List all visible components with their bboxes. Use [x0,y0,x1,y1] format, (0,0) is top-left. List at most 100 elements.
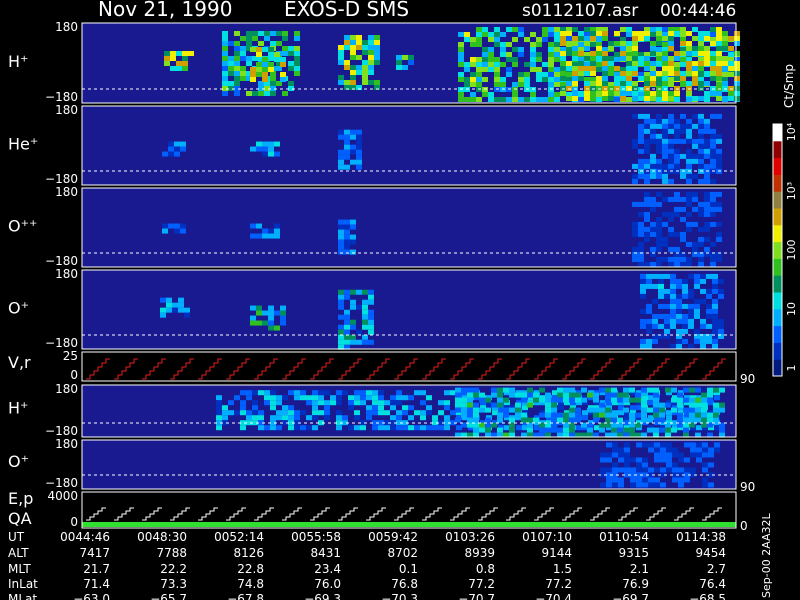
heat-cell [624,457,630,463]
heat-cell [374,40,380,45]
heat-cell [338,80,344,85]
heat-cell [710,148,716,154]
panel-label: H⁺ [8,52,28,71]
heat-cell [734,71,740,76]
heat-cell [608,66,614,71]
heat-cell [494,37,500,42]
heat-cell [256,52,262,57]
heat-cell [656,133,662,139]
panel-label: O⁺ [8,298,29,317]
heat-cell [630,405,636,411]
heat-cell [662,36,668,41]
heat-cell [256,233,262,239]
heat-cell [246,91,252,96]
heat-cell [692,138,698,144]
heat-cell [638,133,644,139]
heat-cell [368,55,374,60]
heat-cell [629,397,635,403]
heat-cell [184,307,190,313]
heat-cell [470,42,476,47]
heat-cell [338,324,344,330]
heat-cell [710,191,716,197]
heat-cell [250,233,256,239]
heat-cell [722,66,728,71]
heat-cell [473,392,479,398]
heat-cell [692,221,698,227]
heat-cell [650,158,656,164]
heat-cell [280,315,286,321]
heat-cell [268,47,274,52]
heat-cell [578,61,584,66]
heat-cell [485,417,491,423]
heat-cell [704,71,710,76]
heat-cell [680,196,686,202]
heat-cell [700,273,706,279]
heat-cell [348,395,354,401]
heat-cell [569,412,575,418]
heat-cell [618,452,624,458]
heat-cell [656,36,662,41]
heat-cell [646,323,652,329]
heat-cell [686,196,692,202]
heat-cell [704,221,710,227]
heat-cell [710,76,716,81]
heat-cell [630,457,636,463]
heat-cell [294,31,300,36]
heat-cell [485,427,491,433]
footer-cell: 0114:38 [676,530,726,544]
heat-cell [458,92,464,97]
heat-cell [300,395,306,401]
heat-cell [692,206,698,212]
heat-cell [336,410,342,416]
panel-label: O⁺ [8,452,29,471]
heat-cell [677,392,683,398]
footer-cell: 73.3 [160,577,187,591]
heat-cell [662,241,668,247]
heat-cell [698,241,704,247]
heat-cell [396,415,402,421]
heat-cell [338,304,344,310]
heat-cell [482,32,488,37]
heat-cell [713,417,719,423]
heat-cell [668,256,674,262]
heat-cell [662,143,668,149]
heat-cell [545,407,551,413]
heat-cell [680,57,686,62]
heat-cell [656,148,662,154]
heat-cell [632,36,638,41]
heat-cell [654,447,660,453]
heat-cell [654,442,660,448]
heat-cell [336,425,342,431]
heat-cell [608,71,614,76]
heat-cell [712,313,718,319]
heat-cell [650,81,656,86]
heat-cell [473,412,479,418]
colorbar-tick: 10⁴ [785,122,798,141]
heat-cell [647,417,653,423]
heat-cell [572,46,578,51]
heat-cell [650,51,656,56]
heat-cell [262,151,268,157]
heat-cell [700,343,706,349]
heat-cell [557,417,563,423]
heat-cell [650,123,656,129]
heat-cell [548,92,554,97]
heat-cell [306,395,312,401]
heat-cell [620,56,626,61]
footer-cell: 76.4 [699,577,726,591]
heat-cell [560,66,566,71]
heat-cell [390,395,396,401]
heat-cell [650,133,656,139]
heat-cell [668,118,674,124]
heat-cell [216,425,222,431]
heat-cell [676,278,682,284]
heat-cell [268,146,274,152]
heat-cell [420,415,426,421]
heat-cell [350,289,356,295]
heat-cell [704,91,710,96]
heat-cell [664,303,670,309]
heat-cell [470,37,476,42]
heat-cell [680,256,686,262]
heat-cell [554,42,560,47]
heat-cell [350,249,356,255]
